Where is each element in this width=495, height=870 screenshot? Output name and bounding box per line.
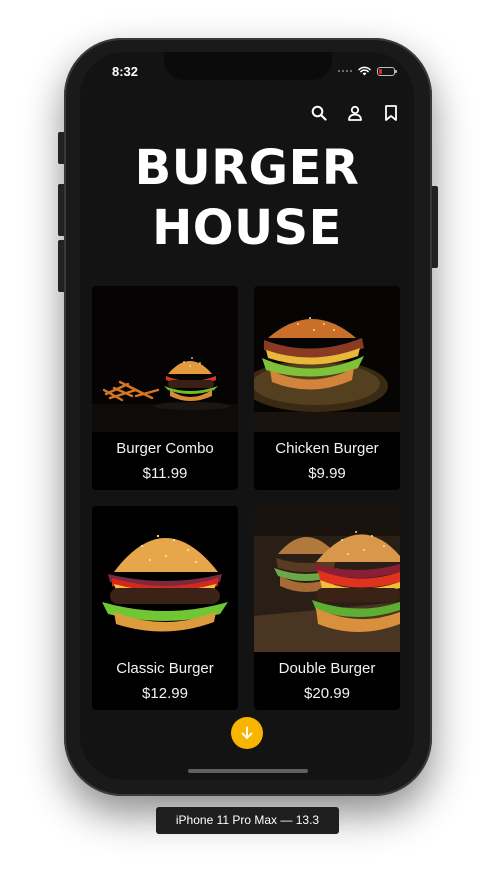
item-price: $9.99 [308, 465, 346, 482]
bookmark-button[interactable] [380, 104, 402, 122]
search-button[interactable] [308, 104, 330, 122]
double-burger-image [254, 506, 400, 652]
device-label: iPhone 11 Pro Max — 13.3 [156, 807, 339, 834]
menu-card-classic-burger[interactable]: Classic Burger $12.99 [92, 506, 238, 710]
title-line-1: BURGER [134, 140, 360, 196]
scroll-down-button[interactable] [231, 717, 263, 749]
item-name: Burger Combo [116, 440, 214, 457]
item-name: Chicken Burger [275, 440, 379, 457]
notch [164, 52, 332, 80]
profile-button[interactable] [344, 104, 366, 122]
header-actions [308, 104, 402, 122]
item-name: Double Burger [278, 660, 376, 677]
arrow-down-icon [241, 726, 253, 739]
menu-card-double-burger[interactable]: Double Burger $20.99 [254, 506, 400, 710]
classic-burger-image [92, 506, 238, 652]
title-line-2: HOUSE [152, 200, 342, 256]
chicken-burger-image [254, 286, 400, 432]
cellular-signal-icon [338, 70, 352, 72]
item-price: $20.99 [304, 685, 350, 702]
item-price: $11.99 [142, 465, 188, 482]
page-title: BURGER HOUSE [80, 138, 414, 258]
profile-icon [348, 105, 362, 121]
bookmark-icon [385, 105, 397, 121]
search-icon [311, 105, 327, 121]
status-icons [338, 66, 397, 76]
item-name: Classic Burger [116, 660, 214, 677]
home-indicator[interactable] [188, 769, 308, 773]
status-time: 8:32 [112, 64, 139, 79]
burger-combo-image [92, 286, 238, 432]
battery-level [379, 68, 382, 74]
menu-card-burger-combo[interactable]: Burger Combo $11.99 [92, 286, 238, 490]
item-price: $12.99 [142, 685, 188, 702]
simulator-stage: 8:32 BURGER HOUSE Burger Combo $11.99 Ch… [0, 0, 495, 870]
wifi-icon [358, 66, 371, 76]
menu-card-chicken-burger[interactable]: Chicken Burger $9.99 [254, 286, 400, 490]
battery-icon [377, 66, 397, 76]
